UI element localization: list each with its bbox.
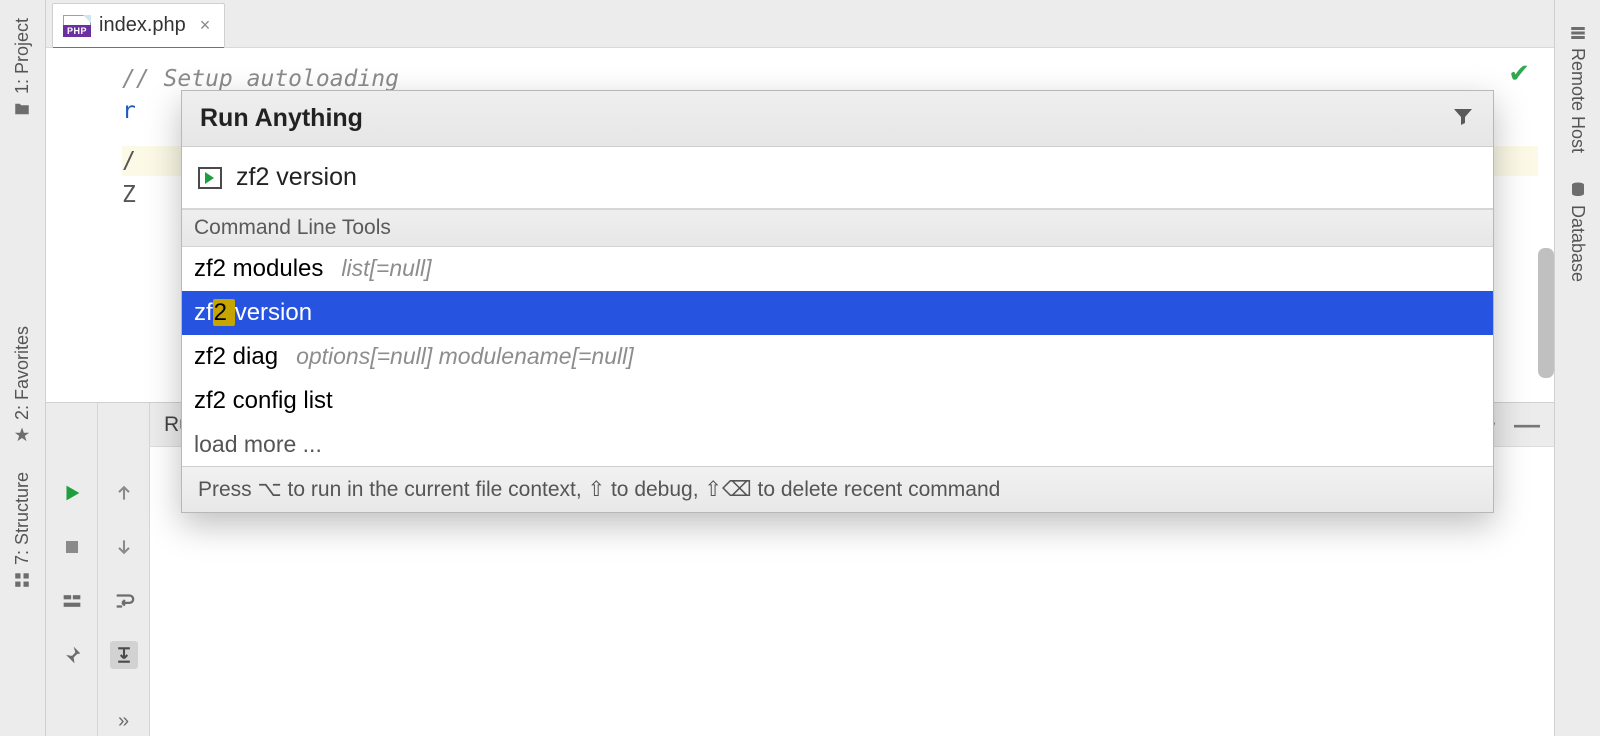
close-icon[interactable]: × [200, 15, 211, 36]
sidebar-item-favorites[interactable]: 2: Favorites [12, 326, 33, 444]
suggestion-zf2-modules[interactable]: zf2 modules list[=null] [182, 247, 1493, 291]
left-tool-strip: 1: Project 2: Favorites 7: Structure [0, 0, 46, 736]
code-comment: // Setup autoloading [122, 66, 1538, 92]
run-anything-popup: Run Anything Command Line Tools zf2 modu… [181, 90, 1494, 513]
sidebar-item-structure[interactable]: 7: Structure [12, 472, 33, 589]
suggestion-hint: list[=null] [341, 255, 431, 282]
tab-filename: index.php [99, 14, 186, 37]
minimize-icon[interactable]: — [1514, 409, 1540, 440]
sidebar-item-label: Remote Host [1567, 48, 1588, 153]
popup-input-row [182, 147, 1493, 209]
filter-icon[interactable] [1451, 104, 1475, 133]
run-anything-input[interactable] [236, 163, 1477, 192]
arrow-down-icon[interactable] [110, 533, 138, 561]
popup-section-header: Command Line Tools [182, 209, 1493, 247]
sidebar-item-project[interactable]: 1: Project [12, 18, 33, 118]
sidebar-item-remote-host[interactable]: Remote Host [1567, 24, 1588, 153]
run-config-icon [198, 167, 222, 189]
suggestion-hint: options[=null] modulename[=null] [296, 343, 634, 370]
suggestion-zf2-config-list[interactable]: zf2 config list [182, 379, 1493, 423]
suggestion-zf2-diag[interactable]: zf2 diag options[=null] modulename[=null… [182, 335, 1493, 379]
run-play-icon[interactable] [58, 479, 86, 507]
right-tool-strip: Remote Host Database [1554, 0, 1600, 736]
more-icon[interactable]: » [110, 707, 138, 735]
code-fragment: / [122, 148, 136, 174]
php-file-icon: PHP [63, 15, 91, 37]
suggestion-zf2-version[interactable]: zf2 version [182, 291, 1493, 335]
code-fragment: Z [122, 182, 136, 208]
soft-wrap-icon[interactable] [110, 587, 138, 615]
sidebar-item-database[interactable]: Database [1567, 181, 1588, 282]
sidebar-item-label: 7: Structure [12, 472, 33, 565]
editor-tabs-bar: PHP index.php × [46, 0, 1554, 48]
popup-footer-hint: Press ⌥ to run in the current file conte… [182, 466, 1493, 512]
popup-header: Run Anything [182, 91, 1493, 147]
sidebar-item-label: 1: Project [12, 18, 33, 94]
editor-scrollbar-thumb[interactable] [1538, 248, 1554, 378]
sidebar-item-label: Database [1567, 205, 1588, 282]
load-more[interactable]: load more ... [182, 423, 1493, 466]
suggestion-cmd: zf2 diag [194, 343, 278, 371]
suggestion-cmd: zf2 modules [194, 255, 323, 283]
run-action-col-2: » [98, 403, 150, 736]
suggestion-cmd: zf2 config list [194, 387, 333, 415]
run-action-col-1 [46, 403, 98, 736]
run-stop-icon[interactable] [58, 533, 86, 561]
code-fragment: r [122, 98, 136, 124]
editor-gutter [46, 48, 106, 402]
sidebar-item-label: 2: Favorites [12, 326, 33, 420]
inspection-ok-icon: ✔ [1508, 58, 1530, 89]
center-area: PHP index.php × // Setup autoloading r /… [46, 0, 1554, 736]
editor-tab-index-php[interactable]: PHP index.php × [52, 3, 225, 47]
run-layout-icon[interactable] [58, 587, 86, 615]
arrow-up-icon[interactable] [110, 479, 138, 507]
popup-title: Run Anything [200, 104, 363, 133]
scroll-to-end-icon[interactable] [110, 641, 138, 669]
run-pin-icon[interactable] [58, 641, 86, 669]
suggestion-cmd: zf2 version [194, 299, 312, 327]
